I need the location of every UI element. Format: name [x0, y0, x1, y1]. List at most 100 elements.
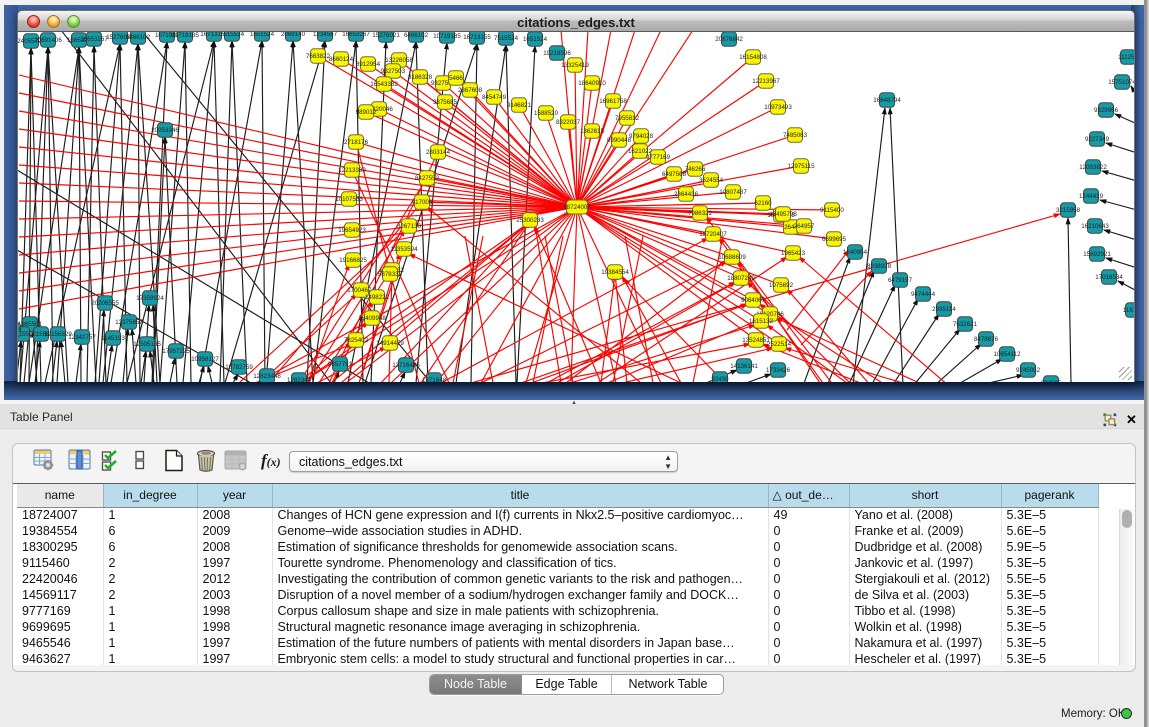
svg-text:12093822: 12093822 — [1079, 164, 1107, 171]
svg-text:417006: 417006 — [412, 199, 433, 206]
svg-text:6466102: 6466102 — [126, 34, 151, 41]
svg-text:7515524: 7515524 — [220, 32, 245, 38]
svg-text:15720407: 15720407 — [699, 231, 727, 238]
svg-text:19384554: 19384554 — [601, 269, 629, 276]
svg-text:8427552: 8427552 — [415, 175, 440, 182]
svg-text:10807487: 10807487 — [719, 189, 747, 196]
svg-text:6497568: 6497568 — [662, 171, 687, 178]
svg-text:9084067: 9084067 — [741, 297, 766, 304]
svg-text:1615132: 1615132 — [749, 318, 774, 325]
svg-text:2069140: 2069140 — [281, 32, 306, 38]
svg-text:20691406: 20691406 — [34, 37, 62, 44]
svg-text:62160: 62160 — [754, 200, 772, 207]
svg-text:18724007: 18724007 — [563, 204, 591, 211]
svg-text:746266: 746266 — [685, 166, 706, 173]
svg-text:16154808: 16154808 — [739, 54, 767, 61]
svg-text:8322037: 8322037 — [556, 119, 581, 126]
svg-text:6699695: 6699695 — [822, 236, 847, 243]
svg-text:1145193: 1145193 — [101, 335, 125, 342]
svg-text:12213389: 12213389 — [338, 167, 366, 174]
svg-text:10107553: 10107553 — [335, 196, 363, 203]
svg-text:20876842: 20876842 — [715, 36, 743, 43]
svg-text:12823448: 12823448 — [253, 373, 281, 380]
svg-text:1371648: 1371648 — [422, 377, 447, 382]
svg-text:1733426: 1733426 — [766, 367, 791, 374]
svg-text:15751074: 15751074 — [1108, 79, 1135, 86]
svg-text:2522514: 2522514 — [767, 341, 792, 348]
svg-text:1651524: 1651524 — [250, 32, 275, 38]
svg-text:1588520: 1588520 — [534, 110, 559, 117]
svg-text:13226058: 13226058 — [385, 57, 413, 64]
svg-text:7485063: 7485063 — [783, 132, 808, 139]
svg-text:3267130: 3267130 — [397, 223, 422, 230]
svg-text:116753: 116753 — [1123, 307, 1135, 314]
svg-text:10782759: 10782759 — [225, 364, 253, 371]
svg-text:16543382: 16543382 — [370, 81, 398, 88]
svg-text:1244419: 1244419 — [1079, 193, 1104, 200]
svg-text:17359924: 17359924 — [136, 295, 164, 302]
svg-text:10688609: 10688609 — [718, 254, 746, 261]
svg-text:12975115: 12975115 — [787, 163, 815, 170]
svg-text:7955812: 7955812 — [615, 115, 640, 122]
svg-text:19654923: 19654923 — [338, 227, 366, 234]
svg-text:924505: 924505 — [1041, 380, 1062, 382]
svg-text:9146821: 9146821 — [507, 102, 532, 109]
svg-text:33001: 33001 — [18, 327, 22, 334]
svg-text:1965423: 1965423 — [781, 250, 806, 257]
svg-text:6479197: 6479197 — [888, 277, 913, 284]
svg-text:6466102: 6466102 — [404, 32, 429, 39]
svg-text:9227349: 9227349 — [1085, 136, 1110, 143]
svg-text:2718176: 2718176 — [344, 139, 369, 146]
svg-text:9327503: 9327503 — [381, 68, 406, 75]
svg-text:16961758: 16961758 — [599, 98, 627, 105]
svg-text:1362615: 1362615 — [580, 128, 605, 135]
svg-text:14914479: 14914479 — [376, 340, 404, 347]
svg-text:8990448: 8990448 — [607, 137, 632, 144]
svg-text:1234567: 1234567 — [313, 32, 338, 38]
svg-text:1075692: 1075692 — [769, 282, 794, 289]
svg-text:10973493: 10973493 — [764, 104, 792, 111]
svg-text:9115400: 9115400 — [820, 207, 844, 214]
svg-text:9329966: 9329966 — [1094, 107, 1119, 114]
svg-text:3215958: 3215958 — [1056, 207, 1081, 214]
svg-text:9794028: 9794028 — [629, 133, 654, 140]
svg-text:13495798: 13495798 — [769, 211, 797, 218]
svg-text:12505135: 12505135 — [133, 341, 161, 348]
svg-text:13375857: 13375857 — [115, 319, 143, 326]
svg-text:15692921: 15692921 — [1083, 251, 1111, 258]
svg-text:16653267: 16653267 — [80, 36, 108, 43]
svg-text:9245052: 9245052 — [1016, 367, 1041, 374]
svg-text:9474444: 9474444 — [911, 291, 936, 298]
svg-text:2803144: 2803144 — [426, 149, 451, 156]
svg-text:264957: 264957 — [794, 223, 815, 230]
svg-text:16409948: 16409948 — [358, 315, 386, 322]
svg-text:19166825: 19166825 — [339, 257, 367, 264]
svg-text:20053346: 20053346 — [151, 127, 179, 134]
svg-text:13325419: 13325419 — [561, 62, 589, 69]
svg-text:12342757: 12342757 — [68, 334, 96, 341]
svg-text:8454749: 8454749 — [482, 94, 507, 101]
svg-text:14136141: 14136141 — [730, 363, 758, 370]
svg-text:15276021: 15276021 — [372, 32, 400, 39]
svg-text:16713155: 16713155 — [463, 34, 491, 41]
svg-text:1498222: 1498222 — [365, 294, 390, 301]
svg-text:3624554: 3624554 — [699, 177, 724, 184]
svg-text:19218596: 19218596 — [543, 50, 571, 57]
svg-text:7663822: 7663822 — [306, 53, 331, 60]
svg-text:9857791: 9857791 — [328, 361, 353, 368]
svg-text:7515524: 7515524 — [494, 35, 519, 42]
svg-text:18807249: 18807249 — [727, 275, 755, 282]
svg-text:8478676: 8478676 — [974, 336, 999, 343]
svg-text:1640954: 1640954 — [843, 249, 868, 256]
svg-text:8186328: 8186328 — [408, 74, 433, 81]
svg-text:1651524: 1651524 — [523, 36, 548, 43]
svg-text:7825402: 7825402 — [344, 337, 369, 344]
svg-text:13716485: 13716485 — [392, 362, 420, 369]
svg-text:10719185: 10719185 — [433, 33, 461, 40]
svg-text:111254: 111254 — [1118, 54, 1135, 61]
svg-text:8912954: 8912954 — [356, 61, 381, 68]
svg-text:3875685: 3875685 — [433, 99, 458, 106]
svg-text:18640910: 18640910 — [578, 80, 606, 87]
svg-text:7632621: 7632621 — [953, 321, 978, 328]
svg-text:92450: 92450 — [711, 376, 729, 382]
